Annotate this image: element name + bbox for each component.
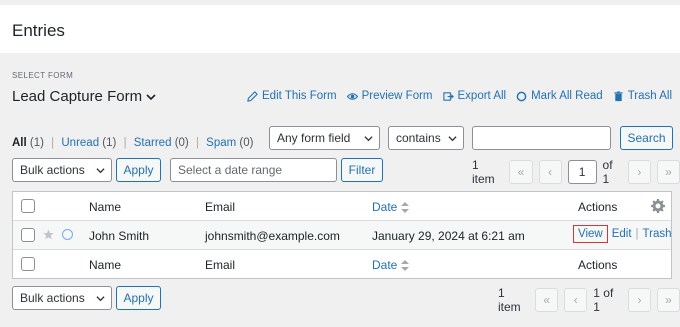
status-all-count: (1): [29, 137, 44, 149]
chevron-down-icon: [146, 93, 156, 100]
export-all-link[interactable]: Export All: [442, 90, 507, 102]
next-page-button[interactable]: ›: [627, 160, 651, 184]
select-form-label: SELECT FORM: [12, 71, 74, 80]
date-range-placeholder: Select a date range: [178, 163, 283, 177]
status-starred-count: (0): [174, 137, 189, 149]
bulk-actions-value-bottom: Bulk actions: [20, 291, 85, 305]
status-spam-count: (0): [239, 137, 254, 149]
entries-table: Name Email Date Actions John Smith johns…: [12, 191, 672, 279]
edit-entry-link[interactable]: Edit: [612, 228, 632, 240]
mark-all-read-link[interactable]: Mark All Read: [516, 90, 603, 102]
bulk-actions-value: Bulk actions: [20, 163, 85, 177]
first-page-button-bottom[interactable]: «: [535, 288, 559, 312]
entry-name: John Smith: [89, 229, 150, 243]
last-page-button[interactable]: »: [656, 160, 680, 184]
status-spam-link[interactable]: Spam: [206, 137, 236, 149]
total-pages: of 1: [602, 158, 613, 186]
edit-form-label: Edit This Form: [262, 90, 337, 102]
column-header-name: Name: [89, 200, 122, 214]
view-entry-link[interactable]: View: [573, 225, 608, 243]
edit-form-link[interactable]: Edit This Form: [247, 90, 337, 102]
sort-icon: [401, 201, 410, 213]
search-button[interactable]: Search: [620, 126, 673, 150]
sort-icon: [401, 259, 410, 271]
entry-email: johnsmith@example.com: [205, 229, 340, 243]
column-header-date-label: Date: [372, 200, 398, 214]
chevron-down-icon: [448, 136, 457, 142]
column-footer-date[interactable]: Date: [372, 258, 410, 272]
page-header: Entries: [0, 5, 680, 53]
column-header-actions: Actions: [578, 200, 618, 214]
table-header-row: Name Email Date Actions: [13, 192, 671, 221]
row-checkbox[interactable]: [21, 228, 35, 242]
current-page-input[interactable]: 1: [567, 160, 597, 184]
chevron-down-icon: [364, 136, 373, 142]
page-of-bottom: 1 of 1: [593, 286, 614, 314]
circle-icon: [516, 91, 527, 101]
preview-form-link[interactable]: Preview Form: [346, 90, 433, 102]
page-title: Entries: [12, 21, 65, 40]
search-operator-value: contains: [396, 131, 441, 145]
form-selector-value: Lead Capture Form: [12, 88, 143, 105]
apply-button-bottom[interactable]: Apply: [116, 286, 161, 310]
entry-date: January 29, 2024 at 6:21 am: [372, 229, 525, 243]
pagination-top: 1 item « ‹ 1 of 1 › »: [472, 158, 680, 186]
column-header-date[interactable]: Date: [372, 200, 410, 214]
prev-page-button[interactable]: ‹: [538, 160, 562, 184]
first-page-button[interactable]: «: [509, 160, 533, 184]
column-footer-date-label: Date: [372, 258, 398, 272]
column-header-email: Email: [205, 200, 236, 214]
preview-form-label: Preview Form: [361, 90, 433, 102]
search-operator-select[interactable]: contains: [388, 126, 464, 150]
gear-icon[interactable]: [651, 199, 665, 213]
filter-button[interactable]: Filter: [341, 158, 383, 182]
select-all-checkbox-footer[interactable]: [21, 257, 35, 271]
apply-button[interactable]: Apply: [116, 158, 161, 182]
select-all-checkbox[interactable]: [21, 199, 35, 213]
trash-entry-link[interactable]: Trash: [643, 228, 672, 240]
search-field-select[interactable]: Any form field: [269, 126, 380, 150]
mark-all-read-label: Mark All Read: [531, 90, 603, 102]
separator: |: [635, 228, 639, 240]
status-filter-links: All (1) | Unread (1) | Starred (0) | Spa…: [12, 137, 253, 149]
bulk-actions-select[interactable]: Bulk actions: [12, 158, 112, 182]
prev-page-button-bottom[interactable]: ‹: [564, 288, 588, 312]
form-actions: Edit This Form Preview Form Export All M…: [247, 90, 672, 102]
table-row: John Smith johnsmith@example.com January…: [13, 221, 672, 250]
status-unread-count: (1): [102, 137, 117, 149]
pencil-icon: [247, 90, 258, 102]
column-footer-name: Name: [89, 258, 122, 272]
items-count-bottom: 1 item: [498, 286, 521, 314]
export-icon: [442, 91, 454, 101]
chevron-down-icon: [96, 168, 105, 174]
trash-icon: [614, 90, 623, 101]
search-field-value: Any form field: [277, 131, 351, 145]
items-count: 1 item: [472, 158, 495, 186]
table-footer-row: Name Email Date Actions: [13, 250, 671, 279]
eye-icon: [346, 92, 358, 100]
unread-indicator-icon[interactable]: [62, 229, 73, 240]
column-footer-actions: Actions: [578, 258, 618, 272]
status-all-link[interactable]: All: [12, 137, 27, 149]
last-page-button-bottom[interactable]: »: [656, 288, 680, 312]
export-all-label: Export All: [457, 90, 507, 102]
chevron-down-icon: [96, 296, 105, 302]
next-page-button-bottom[interactable]: ›: [627, 288, 651, 312]
pagination-bottom: 1 item « ‹ 1 of 1 › »: [498, 286, 680, 314]
date-range-input[interactable]: Select a date range: [170, 158, 337, 182]
status-starred-link[interactable]: Starred: [134, 137, 172, 149]
search-input[interactable]: [472, 126, 611, 150]
status-unread-link[interactable]: Unread: [61, 137, 99, 149]
trash-all-link[interactable]: Trash All: [613, 90, 672, 102]
trash-all-label: Trash All: [627, 90, 672, 102]
form-selector[interactable]: Lead Capture Form: [12, 88, 156, 105]
star-icon[interactable]: [43, 229, 54, 240]
column-footer-email: Email: [205, 258, 236, 272]
separator: |: [123, 137, 127, 149]
bulk-actions-select-bottom[interactable]: Bulk actions: [12, 286, 112, 310]
separator: |: [195, 137, 199, 149]
separator: |: [51, 137, 55, 149]
row-actions: View Edit | Trash: [573, 225, 672, 243]
